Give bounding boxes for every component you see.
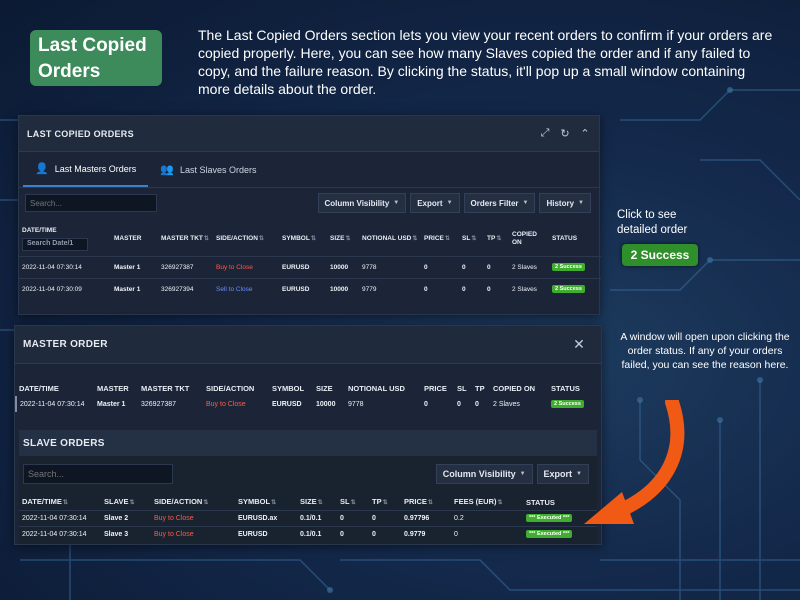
export-button[interactable]: Export ▼ (410, 193, 460, 213)
tab-label: Last Masters Orders (54, 163, 137, 174)
intro-paragraph: The Last Copied Orders section lets you … (198, 27, 773, 97)
column-header[interactable]: COPIED ON (509, 222, 549, 256)
chevron-up-icon[interactable]: ⌃ (579, 127, 591, 140)
column-header[interactable]: TP⇅ (369, 496, 401, 510)
panel-header: LAST COPIED ORDERS ⤢ ↻ ⌃ (19, 116, 599, 152)
table-row: 2022-11-04 07:30:14 Slave 3 Buy to Close… (19, 525, 597, 542)
column-header: DATE/TIME (19, 384, 59, 393)
column-header[interactable]: TP⇅ (484, 222, 509, 256)
table-row[interactable]: 2022-11-04 07:30:09 Master 1 326927394 S… (19, 277, 601, 300)
column-header[interactable]: SYMBOL⇅ (235, 496, 297, 510)
column-header: PRICE (424, 384, 447, 393)
column-header[interactable]: SIZE⇅ (297, 496, 337, 510)
masters-icon: 👤 (35, 163, 49, 175)
status-badge[interactable]: 2 Success (552, 263, 585, 271)
slave-toolbar: Column Visibility▼ Export▼ (19, 456, 597, 492)
column-header: SL (457, 384, 467, 393)
column-header: MASTER (97, 384, 129, 393)
page-title-badge: Last Copied Orders (30, 30, 162, 86)
column-header: MASTER TKT (141, 384, 190, 393)
column-header[interactable]: PRICE⇅ (401, 496, 451, 510)
column-header[interactable]: SIDE/ACTION⇅ (151, 496, 235, 510)
column-header[interactable]: SL⇅ (337, 496, 369, 510)
refresh-icon[interactable]: ↻ (559, 127, 571, 140)
column-header[interactable]: SYMBOL⇅ (279, 222, 327, 256)
slave-orders-header: SLAVE ORDERS (19, 430, 597, 456)
table-row: 2022-11-04 07:30:14 Master 1 326927387 B… (16, 396, 604, 412)
panel-title: MASTER ORDER (23, 339, 108, 350)
table-row[interactable]: 2022-11-04 07:30:14 Master 1 326927387 B… (19, 255, 601, 278)
column-header[interactable]: FEES (EUR)⇅ (451, 496, 523, 510)
column-header[interactable]: PRICE⇅ (421, 222, 459, 256)
column-header: STATUS (551, 384, 580, 393)
tab-last-slaves-orders[interactable]: 👥 Last Slaves Orders (148, 152, 268, 187)
column-header: SIDE/ACTION (206, 384, 255, 393)
orders-tabs: 👤 Last Masters Orders 👥 Last Slaves Orde… (19, 152, 599, 188)
close-icon[interactable]: ✕ (573, 336, 585, 353)
window-callout-text: A window will open upon clicking the ord… (620, 331, 790, 371)
column-header[interactable]: NOTIONAL USD⇅ (359, 222, 421, 256)
column-header[interactable]: MASTER (111, 222, 158, 256)
column-header[interactable]: DATE/TIME Search Date/1 (19, 222, 111, 256)
panel-header: MASTER ORDER ✕ (15, 326, 601, 364)
column-header[interactable]: SLAVE⇅ (101, 496, 151, 510)
master-orders-table: DATE/TIME Search Date/1 MASTER MASTER TK… (19, 222, 601, 300)
table-row: 2022-11-04 07:30:14 Slave 2 Buy to Close… (19, 509, 597, 526)
column-header[interactable]: DATE/TIME⇅ (19, 496, 101, 510)
column-header: SIZE (316, 384, 333, 393)
orders-filter-button[interactable]: Orders Filter ▼ (463, 193, 536, 213)
history-button[interactable]: History ▼ (539, 193, 591, 213)
slave-orders-title: SLAVE ORDERS (23, 437, 105, 449)
column-header: NOTIONAL USD (348, 384, 405, 393)
column-visibility-button[interactable]: Column Visibility ▼ (435, 464, 533, 484)
toolbar: Column Visibility▼ Export▼ Orders Filter… (19, 188, 599, 220)
column-header[interactable]: SIDE/ACTION⇅ (213, 222, 279, 256)
column-header[interactable]: STATUS (549, 222, 601, 256)
column-header: TP (475, 384, 485, 393)
executed-badge: *** Executed *** (526, 530, 573, 539)
slaves-icon: 👥 (160, 164, 174, 176)
status-badge[interactable]: 2 Success (552, 285, 585, 294)
search-input[interactable] (25, 194, 157, 212)
expand-icon[interactable]: ⤢ (539, 127, 551, 140)
master-order-panel: MASTER ORDER ✕ DATE/TIME MASTER MASTER T… (14, 325, 602, 545)
search-input[interactable] (23, 464, 173, 484)
tab-label: Last Slaves Orders (179, 164, 257, 175)
slave-orders-section: SLAVE ORDERS Column Visibility▼ Export▼ … (19, 430, 597, 544)
click-callout-text: Click to see detailed order (617, 209, 688, 236)
tab-last-masters-orders[interactable]: 👤 Last Masters Orders (23, 152, 149, 187)
slave-orders-table: DATE/TIME⇅ SLAVE⇅ SIDE/ACTION⇅ SYMBOL⇅ S… (19, 496, 597, 542)
last-copied-orders-panel: LAST COPIED ORDERS ⤢ ↻ ⌃ 👤 Last Masters … (18, 115, 601, 315)
master-order-table: DATE/TIME MASTER MASTER TKT SIDE/ACTION … (15, 382, 604, 412)
column-header[interactable]: SIZE⇅ (327, 222, 359, 256)
column-visibility-button[interactable]: Column Visibility ▼ (317, 193, 407, 213)
column-header[interactable]: SL⇅ (459, 222, 484, 256)
panel-title: LAST COPIED ORDERS (27, 128, 134, 139)
column-header[interactable]: MASTER TKT⇅ (158, 222, 213, 256)
orange-arrow-icon (584, 400, 685, 524)
date-search-input[interactable]: Search Date/1 (22, 237, 88, 251)
success-badge-callout: 2 Success (622, 244, 698, 266)
column-header: COPIED ON (493, 384, 536, 393)
column-header: SYMBOL (272, 384, 305, 393)
